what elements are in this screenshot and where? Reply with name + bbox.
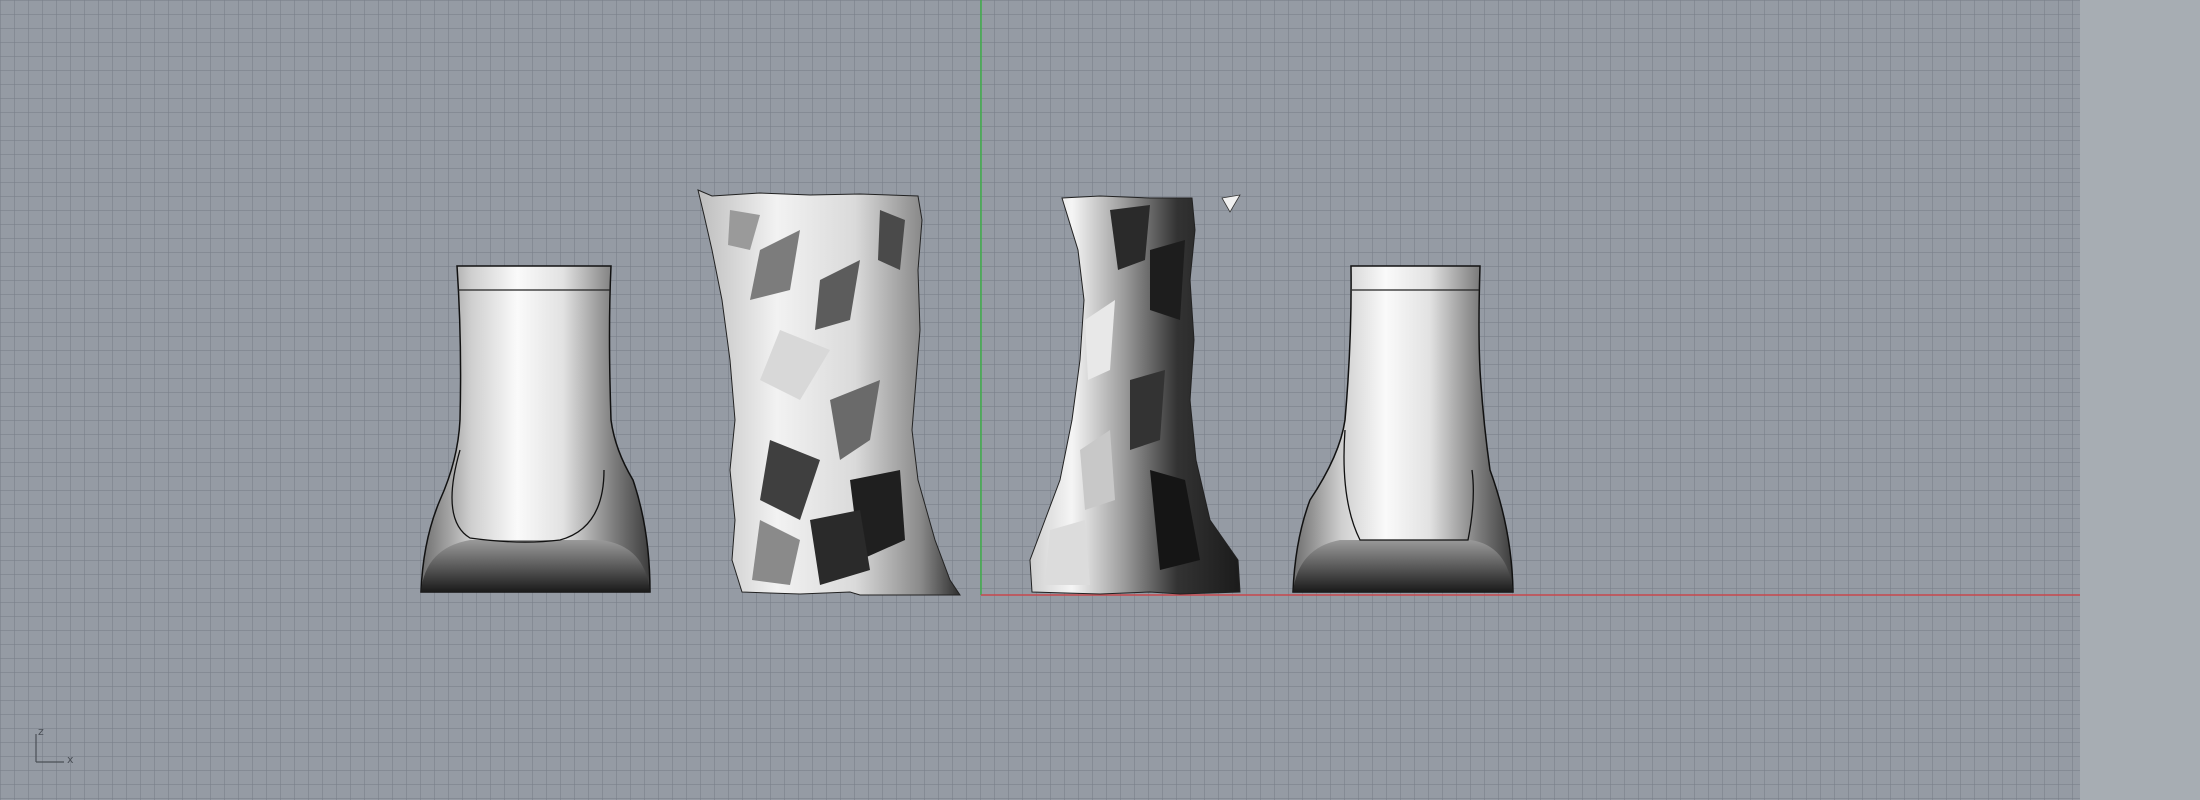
- axis-label-z: z: [38, 725, 44, 738]
- axis-widget: [35, 734, 64, 763]
- front-viewport[interactable]: z x: [0, 0, 2080, 800]
- smooth-model-right[interactable]: [1292, 265, 1514, 593]
- smooth-model-left[interactable]: [420, 265, 651, 593]
- axis-label-x: x: [67, 753, 74, 766]
- scan-mesh-left[interactable]: [697, 189, 961, 596]
- viewport-scene[interactable]: [0, 0, 2080, 800]
- side-panel: [2080, 0, 2200, 800]
- scan-mesh-right[interactable]: [1029, 194, 1241, 595]
